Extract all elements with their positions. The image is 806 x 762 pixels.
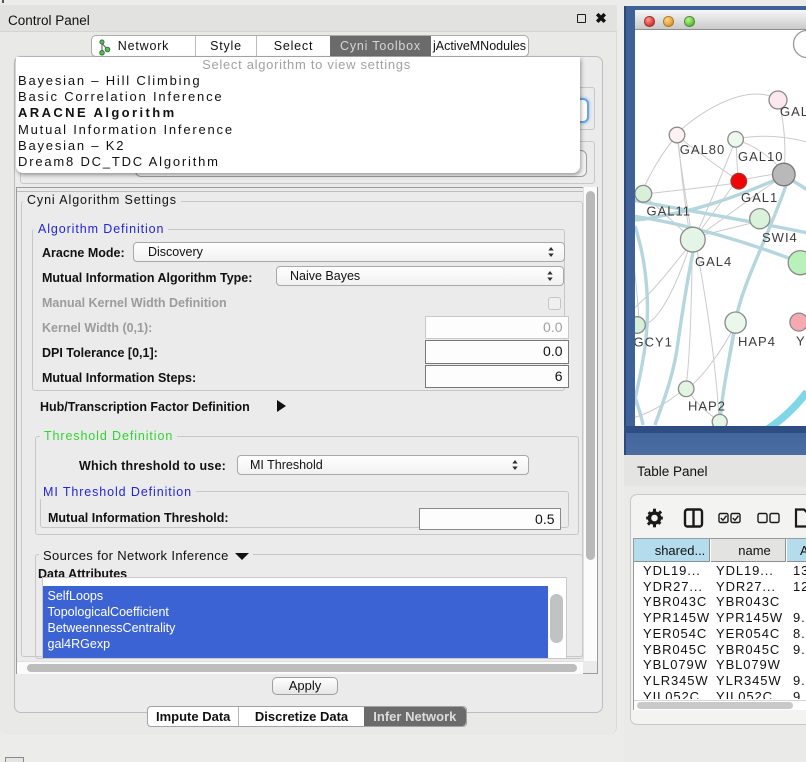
svg-text:HAP4: HAP4 — [738, 334, 776, 349]
svg-text:GAL1: GAL1 — [741, 190, 778, 205]
svg-text:GAL10: GAL10 — [738, 149, 783, 164]
svg-text:GAL80: GAL80 — [680, 142, 725, 157]
svg-text:GAL4: GAL4 — [695, 254, 732, 269]
svg-text:HAP2: HAP2 — [688, 399, 726, 414]
svg-text:SWI4: SWI4 — [762, 230, 798, 245]
svg-text:GAL: GAL — [780, 104, 806, 119]
svg-text:Y: Y — [796, 334, 806, 349]
svg-text:GAL11: GAL11 — [647, 204, 692, 219]
svg-text:GCY1: GCY1 — [635, 335, 673, 350]
